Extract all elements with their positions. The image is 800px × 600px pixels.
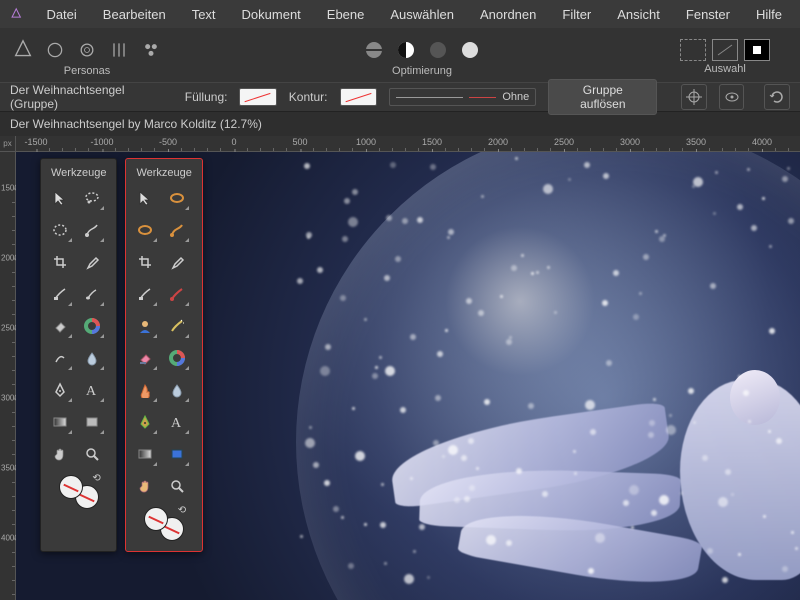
menu-hilfe[interactable]: Hilfe <box>744 3 794 26</box>
app-logo-icon <box>10 5 22 23</box>
persona-tone-icon[interactable] <box>106 37 132 63</box>
show-bounds-icon[interactable] <box>719 84 745 110</box>
menu-fenster[interactable]: Fenster <box>674 3 742 26</box>
reset-rotation-icon[interactable] <box>764 84 790 110</box>
personas-group: Personas <box>10 37 164 77</box>
paint-tool[interactable] <box>79 281 105 307</box>
document-tab[interactable]: Der Weihnachtsengel by Marco Kolditz (12… <box>10 117 262 131</box>
move-tool[interactable] <box>47 185 73 211</box>
color-swatch-pair[interactable]: ⟲ <box>144 507 184 541</box>
stroke-width-slider[interactable]: Ohne <box>389 88 536 106</box>
menu-ebene[interactable]: Ebene <box>315 3 377 26</box>
tools-panel-a-title: Werkzeuge <box>47 165 110 185</box>
tools-panel-b[interactable]: Werkzeuge A ⟲ <box>125 158 202 552</box>
zoom-tool[interactable] <box>79 441 105 467</box>
brush-tool[interactable] <box>79 217 105 243</box>
auswahl-label: Auswahl <box>704 63 746 75</box>
crop-tool[interactable] <box>47 249 73 275</box>
fire-tool[interactable] <box>132 377 158 403</box>
move-tool[interactable] <box>132 185 158 211</box>
fill-swatch[interactable] <box>239 88 276 106</box>
marquee-tool[interactable] <box>47 217 73 243</box>
text-tool[interactable]: A <box>79 377 105 403</box>
shape-tool[interactable] <box>164 441 190 467</box>
blur-tool[interactable] <box>79 345 105 371</box>
highlight-icon[interactable] <box>457 37 483 63</box>
document-tab-bar: Der Weihnachtsengel by Marco Kolditz (12… <box>0 112 800 136</box>
ungroup-button[interactable]: Gruppe auflösen <box>548 79 657 115</box>
context-bar: Der Weihnachtsengel (Gruppe) Füllung: Ko… <box>0 82 800 112</box>
rectangle-tool[interactable] <box>79 409 105 435</box>
deselect-icon[interactable] <box>712 39 738 61</box>
align-center-icon[interactable] <box>681 84 707 110</box>
menu-filter[interactable]: Filter <box>550 3 603 26</box>
blur-tool[interactable] <box>164 377 190 403</box>
menu-bearbeiten[interactable]: Bearbeiten <box>91 3 178 26</box>
menu-ansicht[interactable]: Ansicht <box>605 3 672 26</box>
lasso-tool[interactable] <box>79 185 105 211</box>
object-name: Der Weihnachtsengel (Gruppe) <box>10 83 173 111</box>
brush-tool[interactable] <box>164 217 190 243</box>
menu-auswaehlen[interactable]: Auswählen <box>378 3 466 26</box>
gradient-tool[interactable] <box>47 409 73 435</box>
workspace: px -1500-1000-50005001000150020002500300… <box>0 136 800 600</box>
hue-tool[interactable] <box>164 345 190 371</box>
stroke-swatch[interactable] <box>340 88 377 106</box>
crop-tool[interactable] <box>132 249 158 275</box>
ruler-vertical: 150020002500300035004000 <box>0 152 16 600</box>
optimierung-label: Optimierung <box>392 65 452 77</box>
portrait-tool[interactable] <box>132 313 158 339</box>
color-swatch-pair[interactable]: ⟲ <box>59 475 99 509</box>
ellipse-tool[interactable] <box>132 217 158 243</box>
menubar: Datei Bearbeiten Text Dokument Ebene Aus… <box>0 0 800 28</box>
paint-tool[interactable] <box>164 281 190 307</box>
eyedropper-tool[interactable] <box>79 249 105 275</box>
svg-text:A: A <box>171 416 182 430</box>
mesh-tool[interactable] <box>79 313 105 339</box>
persona-liquify-icon[interactable] <box>42 37 68 63</box>
ruler-unit: px <box>0 136 16 152</box>
zoom-tool[interactable] <box>164 473 190 499</box>
svg-text:A: A <box>86 384 97 398</box>
pen-tool[interactable] <box>47 377 73 403</box>
toolbar: Personas Optimierung Auswahl <box>0 28 800 82</box>
optimierung-group: Optimierung <box>361 37 483 77</box>
contrast-icon[interactable] <box>393 37 419 63</box>
menu-anordnen[interactable]: Anordnen <box>468 3 548 26</box>
hand-tool[interactable] <box>47 441 73 467</box>
personas-label: Personas <box>64 65 110 77</box>
menu-dokument[interactable]: Dokument <box>230 3 313 26</box>
eraser-tool[interactable] <box>132 345 158 371</box>
stroke-value: Ohne <box>502 91 529 103</box>
persona-develop-icon[interactable] <box>74 37 100 63</box>
hand-tool[interactable] <box>132 473 158 499</box>
eyedropper-tool[interactable] <box>164 249 190 275</box>
healing-tool[interactable] <box>47 281 73 307</box>
menu-datei[interactable]: Datei <box>34 3 88 26</box>
shadow-icon[interactable] <box>425 37 451 63</box>
text-tool[interactable]: A <box>164 409 190 435</box>
persona-photo-icon[interactable] <box>10 37 36 63</box>
eraser-tool[interactable] <box>47 313 73 339</box>
select-all-icon[interactable] <box>680 39 706 61</box>
smudge-tool[interactable] <box>47 345 73 371</box>
tools-panel-a[interactable]: Werkzeuge A ⟲ <box>40 158 117 552</box>
clone-tool[interactable] <box>132 281 158 307</box>
fill-label: Füllung: <box>185 90 228 104</box>
node-tool[interactable] <box>164 185 190 211</box>
stroke-label: Kontur: <box>289 90 328 104</box>
gradient-tool[interactable] <box>132 441 158 467</box>
ruler-horizontal: -1500-1000-50005001000150020002500300035… <box>16 136 800 152</box>
persona-export-icon[interactable] <box>138 37 164 63</box>
auswahl-group: Auswahl <box>680 39 770 75</box>
sparkle-tool[interactable] <box>164 313 190 339</box>
pen-tool[interactable] <box>132 409 158 435</box>
menu-text[interactable]: Text <box>180 3 228 26</box>
invert-selection-icon[interactable] <box>744 39 770 61</box>
levels-icon[interactable] <box>361 37 387 63</box>
tools-panel-b-title: Werkzeuge <box>132 165 195 185</box>
